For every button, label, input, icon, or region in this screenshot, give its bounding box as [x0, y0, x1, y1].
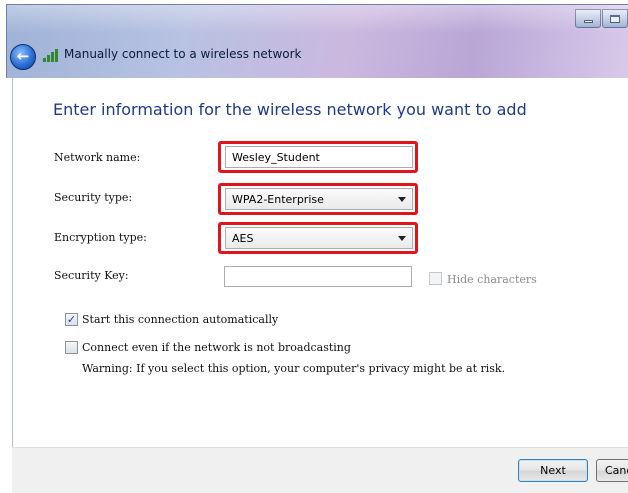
minimize-icon [583, 20, 593, 23]
minimize-button[interactable] [575, 9, 601, 28]
hide-characters-label: Hide characters [447, 273, 537, 286]
wizard-footer: Next Canc [12, 447, 628, 493]
start-auto-checkbox[interactable]: ✓ [65, 313, 78, 326]
hide-characters-checkbox[interactable] [429, 272, 442, 285]
security-key-input[interactable] [224, 266, 412, 287]
wizard-title: Manually connect to a wireless network [64, 47, 302, 61]
wireless-signal-icon [43, 49, 58, 62]
connect-even-checkbox[interactable] [65, 341, 78, 354]
security-type-label: Security type: [54, 191, 133, 204]
network-name-label: Network name: [54, 151, 141, 164]
page-heading: Enter information for the wireless netwo… [53, 100, 527, 119]
back-button[interactable]: ← [10, 44, 36, 70]
next-button[interactable]: Next [518, 459, 588, 482]
content-pane: Enter information for the wireless netwo… [12, 78, 628, 493]
checkmark-icon: ✓ [66, 313, 77, 326]
security-key-label: Security Key: [54, 269, 129, 282]
connect-even-label: Connect even if the network is not broad… [82, 341, 351, 354]
encryption-type-highlight [218, 222, 418, 254]
wizard-window: ← Manually connect to a wireless network… [0, 0, 628, 493]
title-bar [6, 4, 628, 78]
caption-buttons [574, 9, 628, 31]
network-name-highlight [218, 141, 418, 173]
encryption-type-label: Encryption type: [54, 231, 147, 244]
security-type-highlight [218, 183, 418, 215]
privacy-warning: Warning: If you select this option, your… [82, 362, 506, 375]
back-arrow-icon: ← [16, 47, 30, 65]
maximize-button[interactable] [602, 9, 628, 28]
start-auto-label: Start this connection automatically [82, 313, 279, 326]
maximize-icon [610, 14, 620, 23]
cancel-button[interactable]: Canc [596, 459, 628, 482]
